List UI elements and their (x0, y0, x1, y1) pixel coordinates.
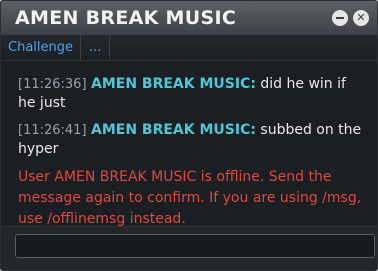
chat-input[interactable] (15, 234, 375, 258)
close-icon[interactable]: ✕ (353, 10, 369, 26)
message-timestamp: [11:26:41] (18, 123, 87, 138)
offline-notice: User AMEN BREAK MUSIC is offline. Send t… (18, 169, 362, 227)
message-sender[interactable]: AMEN BREAK MUSIC: (91, 76, 256, 92)
title-bar[interactable]: AMEN BREAK MUSIC ✕ (1, 1, 377, 35)
window-controls: ✕ (332, 10, 369, 26)
message-timestamp: [11:26:36] (18, 77, 87, 92)
message-log[interactable]: [11:26:36] AMEN BREAK MUSIC: did he win … (1, 61, 377, 227)
window-title: AMEN BREAK MUSIC (15, 7, 237, 29)
challenge-tab[interactable]: Challenge (1, 35, 81, 60)
minimize-icon[interactable] (332, 10, 348, 26)
action-tabs: Challenge ... (1, 35, 377, 61)
chat-window: AMEN BREAK MUSIC ✕ Challenge ... [11:26:… (0, 0, 378, 271)
input-bar (1, 226, 377, 270)
more-options-tab[interactable]: ... (81, 35, 111, 60)
chat-message: [11:26:36] AMEN BREAK MUSIC: did he win … (18, 75, 367, 113)
message-sender[interactable]: AMEN BREAK MUSIC: (91, 122, 256, 138)
chat-message: [11:26:41] AMEN BREAK MUSIC: subbed on t… (18, 121, 367, 159)
